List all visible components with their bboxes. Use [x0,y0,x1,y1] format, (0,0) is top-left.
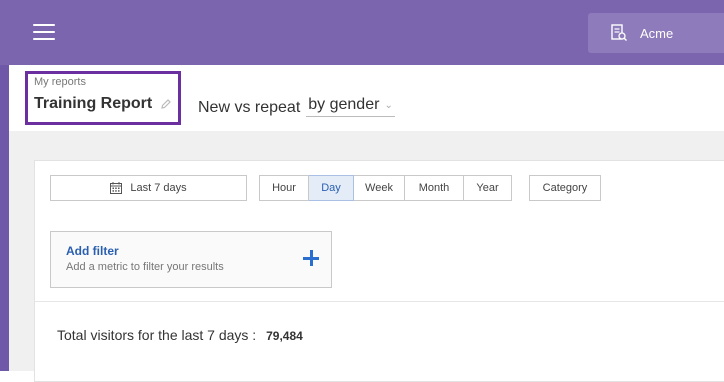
granularity-year-button[interactable]: Year [464,175,512,201]
report-title-text: Training Report [34,95,153,112]
granularity-label: Day [321,182,341,194]
total-visitors-label: Total visitors for the last 7 days : [57,327,257,343]
granularity-hour-button[interactable]: Hour [259,175,309,201]
category-button[interactable]: Category [529,175,601,201]
org-switcher-button[interactable]: Acme [588,13,724,53]
add-filter-button[interactable]: Add filter Add a metric to filter your r… [50,231,332,288]
dimension-select-value: by gender [308,96,380,113]
pencil-icon[interactable] [160,98,172,110]
report-subtitle: New vs repeat by gender ⌄ [198,96,395,117]
total-visitors-summary: Total visitors for the last 7 days : 79,… [57,327,303,343]
plus-icon [303,250,319,266]
granularity-day-button[interactable]: Day [309,175,354,201]
breadcrumb[interactable]: My reports [34,76,86,88]
granularity-label: Hour [272,182,296,194]
divider [34,301,724,302]
granularity-label: Week [365,182,393,194]
calendar-icon [110,182,123,194]
dimension-select[interactable]: by gender ⌄ [306,96,395,117]
granularity-week-button[interactable]: Week [354,175,405,201]
category-label: Category [542,182,588,194]
add-filter-description: Add a metric to filter your results [66,261,224,273]
top-bar: Acme [0,0,724,65]
granularity-month-button[interactable]: Month [405,175,464,201]
total-visitors-value: 79,484 [266,329,303,343]
report-subtitle-prefix: New vs repeat [198,99,301,116]
granularity-label: Month [418,182,450,194]
granularity-label: Year [476,182,499,194]
org-name: Acme [640,25,674,41]
hamburger-icon[interactable] [33,24,55,40]
report-title: Training Report [34,95,172,113]
building-report-icon [611,24,627,41]
add-filter-title: Add filter [66,244,119,258]
date-range-label: Last 7 days [130,182,187,194]
date-range-button[interactable]: Last 7 days [50,175,247,201]
chevron-down-icon: ⌄ [384,99,393,111]
